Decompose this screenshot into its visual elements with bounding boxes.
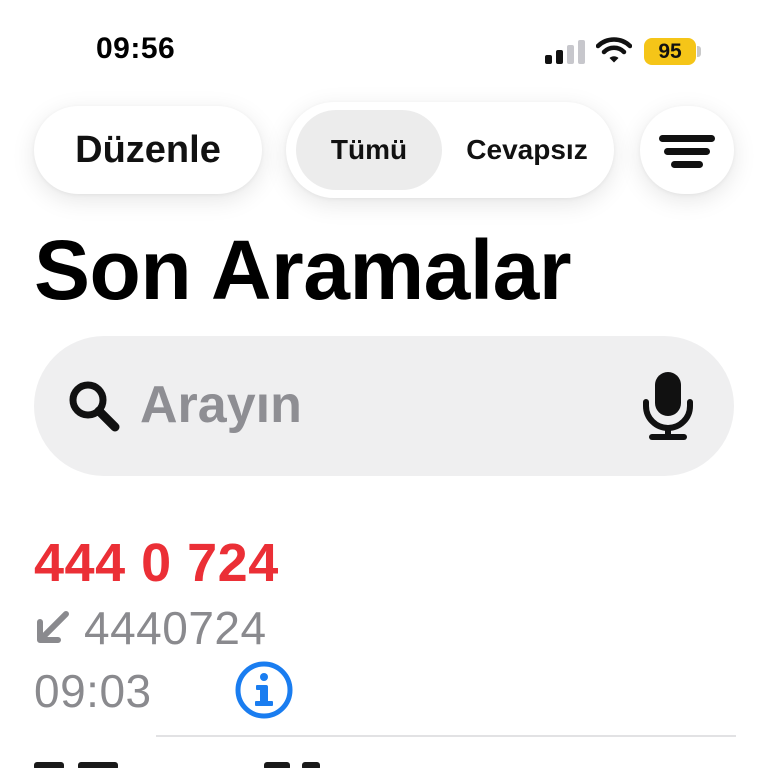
filter-lines-icon (664, 148, 710, 155)
info-icon[interactable] (234, 660, 294, 720)
filter-lines-icon (659, 135, 715, 142)
battery-level-text: 95 (658, 39, 682, 63)
microphone-icon[interactable] (638, 370, 698, 442)
battery-cap (697, 46, 701, 57)
edit-button[interactable]: Düzenle (34, 106, 262, 194)
cellular-signal-icon (545, 40, 587, 64)
wifi-icon (596, 37, 632, 63)
incoming-call-arrow-icon (37, 611, 69, 643)
call-time: 09:03 (34, 665, 152, 717)
call-detail-row: 4440724 (34, 600, 267, 656)
call-filter-segmented-control: Tümü Cevapsız (286, 102, 614, 198)
list-divider (156, 735, 736, 737)
filter-lines-icon (671, 161, 703, 168)
page-title: Son Aramalar (34, 223, 572, 317)
search-icon (69, 381, 120, 432)
tab-missed[interactable]: Cevapsız (452, 110, 602, 190)
search-bar[interactable] (34, 336, 734, 476)
battery-indicator: 95 (644, 38, 696, 65)
filter-button[interactable] (640, 106, 734, 194)
call-contact-name: 444 0 724 (34, 533, 279, 593)
tab-all[interactable]: Tümü (296, 110, 442, 190)
list-item[interactable] (34, 756, 734, 768)
status-bar-time: 09:56 (96, 32, 176, 65)
search-input[interactable] (140, 374, 620, 436)
call-phone-number: 4440724 (84, 602, 267, 654)
